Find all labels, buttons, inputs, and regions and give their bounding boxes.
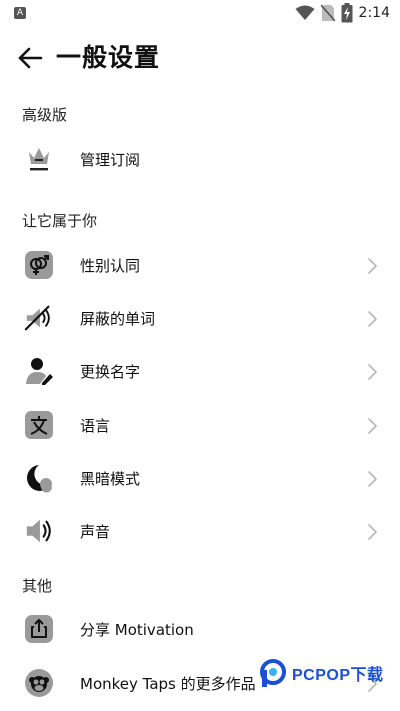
battery-charging-icon (341, 3, 353, 23)
chevron-right-icon (368, 524, 377, 540)
pcpop-logo-icon (260, 659, 286, 687)
muted-words-icon (24, 303, 54, 333)
gender-identity-row[interactable]: 性别认同 (0, 240, 400, 292)
language-label: 语言 (80, 417, 111, 435)
section-title-personalize: 让它属于你 (22, 212, 98, 230)
moon-icon (24, 463, 54, 493)
more-by-monkey-taps-label: Monkey Taps 的更多作品 (80, 675, 256, 693)
change-name-label: 更换名字 (80, 363, 141, 381)
watermark-text: PCPOP下载 (292, 667, 384, 684)
muted-words-label: 屏蔽的单词 (80, 310, 156, 328)
manage-subscription-row[interactable]: 管理订阅 (0, 134, 400, 186)
manage-subscription-label: 管理订阅 (80, 151, 141, 169)
dark-mode-row[interactable]: 黑暗模式 (0, 453, 400, 505)
back-button[interactable] (16, 44, 44, 72)
arrow-left-icon (18, 47, 43, 69)
app-notification-icon: A (14, 7, 26, 19)
header: 一般设置 (0, 36, 400, 80)
page-title: 一般设置 (56, 43, 161, 72)
chevron-right-icon (368, 258, 377, 274)
status-bar: A 2:14 (0, 0, 400, 28)
chevron-right-icon (368, 418, 377, 434)
speaker-icon (24, 516, 54, 546)
language-icon (24, 410, 54, 440)
sound-row[interactable]: 声音 (0, 506, 400, 558)
dark-mode-label: 黑暗模式 (80, 470, 141, 488)
section-title-premium: 高级版 (22, 106, 68, 124)
crown-icon (24, 144, 54, 174)
edit-name-icon (24, 356, 54, 386)
chevron-right-icon (368, 364, 377, 380)
status-time: 2:14 (358, 5, 390, 21)
change-name-row[interactable]: 更换名字 (0, 346, 400, 398)
sound-label: 声音 (80, 523, 111, 541)
gender-identity-label: 性别认同 (80, 257, 141, 275)
share-motivation-row[interactable]: 分享 Motivation (0, 604, 400, 656)
gender-icon (24, 250, 54, 280)
status-icons: 2:14 (295, 3, 390, 23)
share-motivation-label: 分享 Motivation (80, 621, 194, 639)
share-icon (24, 614, 54, 644)
section-title-other: 其他 (22, 577, 53, 595)
watermark: PCPOP下载 (258, 656, 388, 690)
language-row[interactable]: 语言 (0, 400, 400, 452)
chevron-right-icon (368, 471, 377, 487)
no-sim-icon (320, 4, 335, 22)
chevron-right-icon (368, 311, 377, 327)
monkey-icon (24, 668, 54, 698)
muted-words-row[interactable]: 屏蔽的单词 (0, 293, 400, 345)
wifi-icon (295, 5, 315, 20)
